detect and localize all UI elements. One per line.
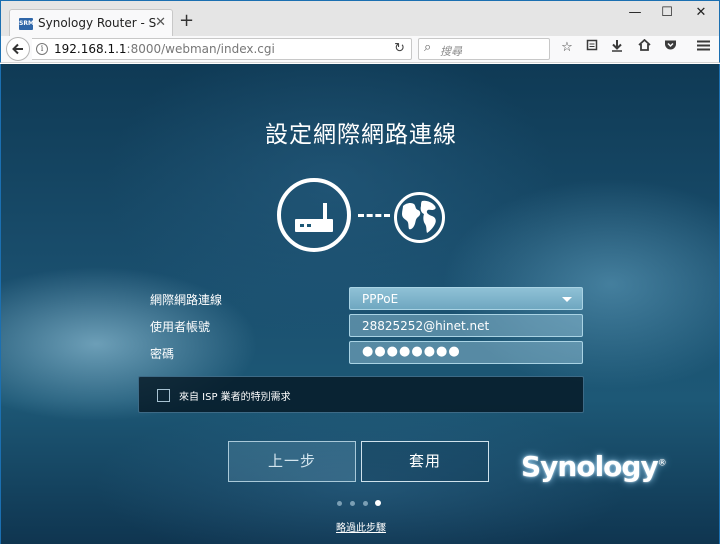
synology-logo: Synology®	[521, 450, 667, 483]
info-icon[interactable]: i	[36, 43, 48, 55]
search-icon: ⌕	[424, 40, 432, 55]
step-dot	[363, 501, 368, 506]
synology-favicon-icon: SRM	[19, 18, 34, 30]
router-body	[295, 219, 333, 232]
globe-icon	[394, 192, 445, 243]
router-led	[300, 224, 304, 227]
globe-map-icon	[402, 200, 436, 233]
skip-step-link[interactable]: 略過此步驟	[1, 519, 719, 534]
router-antenna	[323, 203, 327, 220]
isp-requirement-label[interactable]: 來自 ISP 業者的特別需求	[179, 388, 291, 403]
username-value: 28825252@hinet.net	[362, 319, 490, 333]
home-icon[interactable]	[635, 38, 653, 57]
password-value: ●●●●●●●●	[362, 344, 461, 359]
back-button[interactable]	[6, 37, 30, 61]
url-bar[interactable]: i 192.168.1.1:8000/webman/index.cgi ↻	[32, 38, 412, 60]
back-arrow-icon	[12, 43, 23, 55]
chevron-down-icon	[562, 297, 572, 302]
connection-dash-line	[358, 214, 390, 217]
menu-icon[interactable]	[694, 39, 712, 57]
setup-wizard: 設定網際網路連線 網際網路連線 PPPoE 使用者帳號 28825252@hin…	[0, 64, 720, 544]
registered-mark: ®	[657, 458, 667, 469]
search-bar[interactable]: ⌕ 搜尋	[418, 38, 550, 60]
isp-options-panel: 來自 ISP 業者的特別需求	[138, 376, 584, 413]
password-label: 密碼	[150, 347, 175, 361]
previous-step-button[interactable]: 上一步	[228, 441, 356, 482]
search-placeholder: 搜尋	[440, 45, 462, 58]
step-dot	[350, 501, 355, 506]
browser-titlebar: SRM Synology Router - Synol… ✕ + — ☐ ✕	[0, 0, 720, 37]
isp-requirement-checkbox[interactable]	[157, 389, 170, 402]
router-led	[307, 224, 311, 227]
brand-name: Synology	[521, 450, 659, 483]
download-icon[interactable]	[608, 39, 626, 57]
maximize-button[interactable]: ☐	[657, 5, 677, 21]
window-close-button[interactable]: ✕	[691, 5, 711, 21]
connection-type-label: 網際網路連線	[150, 293, 223, 307]
username-input[interactable]: 28825252@hinet.net	[349, 314, 583, 337]
minimize-button[interactable]: —	[625, 5, 645, 21]
reading-list-icon[interactable]	[583, 39, 601, 57]
url-host: 192.168.1.1	[54, 42, 127, 56]
connection-type-select[interactable]: PPPoE	[349, 287, 583, 310]
new-tab-button[interactable]: +	[179, 12, 194, 30]
step-dot	[337, 501, 342, 506]
router-icon	[277, 178, 351, 252]
pocket-icon[interactable]	[661, 39, 679, 57]
reload-icon[interactable]: ↻	[394, 41, 405, 56]
tab-close-icon[interactable]: ✕	[155, 14, 166, 32]
tab-title: Synology Router - Synol…	[38, 16, 156, 30]
step-dot-current	[375, 500, 381, 506]
url-text[interactable]: 192.168.1.1:8000/webman/index.cgi	[54, 42, 275, 56]
browser-tab[interactable]: SRM Synology Router - Synol… ✕	[9, 9, 173, 37]
password-input[interactable]: ●●●●●●●●	[349, 341, 583, 364]
star-icon[interactable]: ☆	[558, 39, 576, 57]
browser-navbar: i 192.168.1.1:8000/webman/index.cgi ↻ ⌕ …	[0, 36, 720, 63]
apply-button[interactable]: 套用	[361, 441, 489, 482]
skip-step-text[interactable]: 略過此步驟	[336, 523, 386, 534]
page-title: 設定網際網路連線	[265, 122, 457, 148]
connection-type-value: PPPoE	[362, 292, 399, 306]
username-label: 使用者帳號	[150, 320, 211, 334]
url-path: :8000/webman/index.cgi	[126, 42, 275, 56]
